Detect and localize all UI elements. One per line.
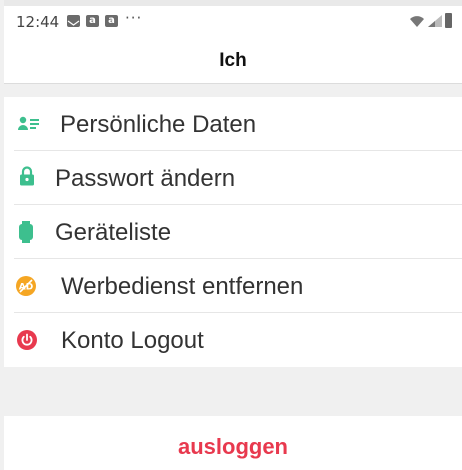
lock-icon: [20, 166, 34, 186]
power-icon: [17, 330, 37, 350]
no-ads-icon: AD: [16, 276, 36, 296]
menu-item-label: Konto Logout: [61, 327, 204, 354]
settings-menu: Persönliche Daten Passwort ändern Geräte…: [4, 97, 462, 367]
logout-button[interactable]: ausloggen: [4, 434, 462, 460]
a-badge-icon: a: [86, 15, 99, 27]
more-dots-icon: ···: [125, 9, 143, 27]
menu-item-label: Passwort ändern: [55, 165, 236, 192]
menu-item-device-list[interactable]: Geräteliste: [4, 205, 462, 259]
menu-item-label: Persönliche Daten: [60, 111, 257, 138]
menu-item-label: Werbedienst entfernen: [61, 273, 304, 300]
menu-item-remove-ads[interactable]: AD Werbedienst entfernen: [4, 259, 462, 313]
menu-item-label: Geräteliste: [55, 219, 172, 246]
status-bar: 12:44 a a ···: [4, 0, 462, 36]
bottom-bar: ausloggen: [4, 416, 462, 470]
contact-card-icon: [18, 116, 39, 130]
signal-icon: [428, 15, 442, 27]
mail-icon: [67, 15, 80, 27]
menu-item-personal-data[interactable]: Persönliche Daten: [4, 97, 462, 151]
app-header: Ich: [4, 36, 462, 84]
menu-item-change-password[interactable]: Passwort ändern: [4, 151, 462, 205]
page-title: Ich: [219, 50, 247, 71]
battery-icon: [445, 13, 452, 28]
wifi-icon: [410, 16, 424, 27]
menu-item-account-logout[interactable]: Konto Logout: [4, 313, 462, 367]
status-time: 12:44: [16, 13, 60, 31]
a-badge-icon: a: [105, 15, 118, 27]
watch-icon: [19, 221, 33, 243]
